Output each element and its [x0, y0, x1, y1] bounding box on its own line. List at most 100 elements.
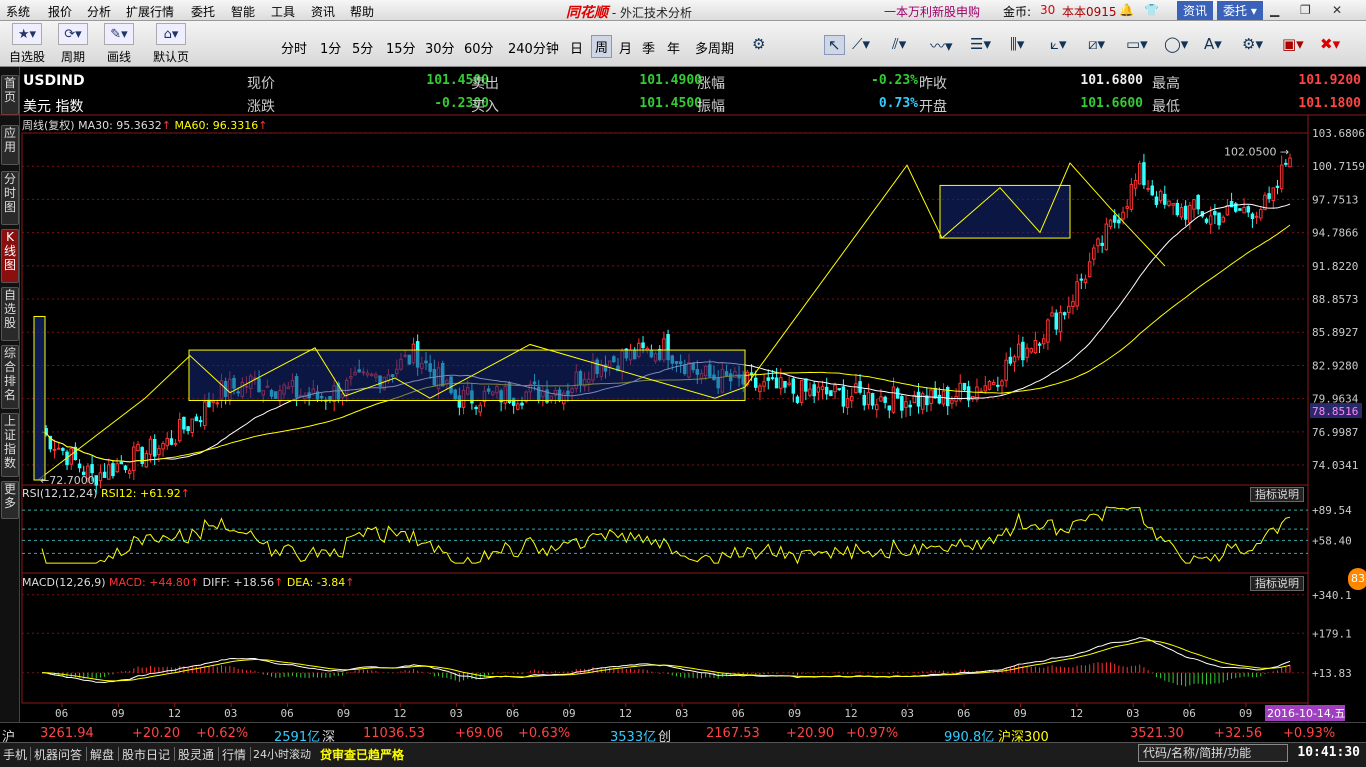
time-tick: 06: [1183, 707, 1196, 720]
kline-chart[interactable]: 103.6806 100.7159 97.7513 94.7866 91.8220 88.…: [0, 0, 1366, 722]
candle-body: [107, 464, 111, 480]
candle-body: [996, 384, 1000, 387]
kline-frame: [21, 132, 1309, 486]
time-tick: 12: [1070, 707, 1083, 720]
candle-body: [119, 461, 124, 465]
search-input[interactable]: 代码/名称/简拼/功能: [1138, 744, 1288, 762]
status-item: 2167.53: [706, 726, 760, 741]
candle-body: [762, 381, 766, 387]
macd-frame: [21, 572, 1309, 704]
candle-body: [1092, 247, 1096, 260]
bottom-stock-spirit[interactable]: 股灵通: [178, 746, 214, 763]
candle-body: [875, 404, 879, 411]
candle-body: [115, 463, 119, 473]
candle-body: [520, 402, 524, 406]
candle-body: [1041, 338, 1046, 345]
diff-line: [41, 637, 1291, 683]
bottom-market[interactable]: 行情: [222, 746, 246, 763]
bottom-qa[interactable]: 机器问答: [34, 746, 82, 763]
candle-body: [1267, 193, 1271, 199]
time-tick: 12: [168, 707, 181, 720]
candle-body: [1079, 278, 1084, 281]
candle-body: [824, 386, 829, 395]
candle-body: [1279, 164, 1284, 190]
candle-body: [98, 472, 103, 482]
candle-body: [804, 378, 808, 392]
candle-body: [812, 384, 816, 397]
start-bar: [33, 315, 46, 481]
candle-body: [991, 382, 996, 385]
candle-body: [1067, 305, 1071, 313]
candle-body: [152, 438, 157, 457]
candle-body: [1246, 206, 1251, 213]
price-tick: 76.9987: [1312, 426, 1358, 439]
price-tick: 82.9280: [1312, 359, 1358, 372]
candle-body: [1288, 157, 1292, 168]
candle-body: [69, 448, 73, 465]
candle-body: [182, 416, 186, 430]
candle-body: [1008, 356, 1013, 364]
candle-body: [136, 443, 140, 452]
time-tick: 12: [393, 707, 406, 720]
candle-body: [1158, 190, 1163, 202]
candle-body: [1150, 185, 1155, 196]
candle-body: [816, 386, 821, 393]
candle-body: [849, 395, 854, 402]
candle-body: [937, 394, 942, 404]
clock: 10:41:30: [1297, 745, 1360, 760]
candle-body: [123, 465, 128, 471]
bottom-bar: 手机 机器问答 解盘 股市日记 股灵通 行情 24小时滚动 贷审查已趋严格 代码…: [0, 742, 1366, 767]
candle-body: [127, 470, 132, 475]
time-tick: 06: [506, 707, 519, 720]
candle-body: [766, 377, 771, 381]
candle-body: [820, 386, 825, 390]
status-item: 3521.30: [1130, 726, 1184, 741]
status-item: +20.90: [786, 726, 835, 741]
date-label: 2016-10-14,五: [1267, 707, 1345, 720]
bottom-24h[interactable]: 24小时滚动: [253, 746, 311, 762]
time-tick: 03: [1126, 707, 1139, 720]
macd-tick: +340.1: [1312, 589, 1352, 602]
candle-body: [1167, 200, 1171, 206]
candle-body: [791, 378, 796, 394]
candle-body: [1054, 312, 1059, 330]
candle-body: [198, 420, 203, 423]
candle-body: [779, 377, 783, 389]
time-tick: 09: [1013, 707, 1026, 720]
status-item: +0.97%: [846, 726, 899, 741]
price-tick: 103.6806: [1312, 127, 1365, 140]
candle-body: [1062, 312, 1067, 316]
status-item: +0.63%: [518, 726, 571, 741]
candle-body: [1163, 193, 1167, 205]
candle-body: [1083, 278, 1088, 283]
status-item: 11036.53: [363, 726, 426, 741]
candle-body: [169, 438, 174, 445]
candle-body: [753, 377, 758, 388]
candle-body: [1096, 238, 1100, 247]
time-tick: 09: [337, 707, 350, 720]
candle-body: [837, 388, 841, 391]
candle-body: [900, 396, 904, 411]
candle-body: [1259, 209, 1263, 219]
candle-body: [1271, 187, 1276, 202]
news-ticker[interactable]: 贷审查已趋严格: [320, 746, 404, 763]
candle-body: [173, 442, 178, 445]
bottom-diary[interactable]: 股市日记: [122, 746, 170, 763]
candle-body: [1192, 199, 1196, 210]
candle-body: [1146, 187, 1150, 190]
candle-body: [203, 401, 207, 427]
candle-body: [1284, 162, 1288, 165]
candle-body: [987, 381, 992, 390]
candle-body: [1217, 212, 1221, 226]
candle-body: [186, 426, 190, 432]
time-tick: 06: [55, 707, 68, 720]
time-tick: 12: [844, 707, 857, 720]
bottom-analysis[interactable]: 解盘: [90, 746, 114, 763]
candle-body: [799, 380, 804, 403]
candle-body: [1012, 356, 1017, 363]
bottom-mobile[interactable]: 手机: [3, 746, 27, 763]
candle-body: [891, 386, 896, 413]
candle-body: [1016, 343, 1021, 358]
candle-body: [132, 446, 136, 472]
candle-body: [478, 404, 483, 413]
